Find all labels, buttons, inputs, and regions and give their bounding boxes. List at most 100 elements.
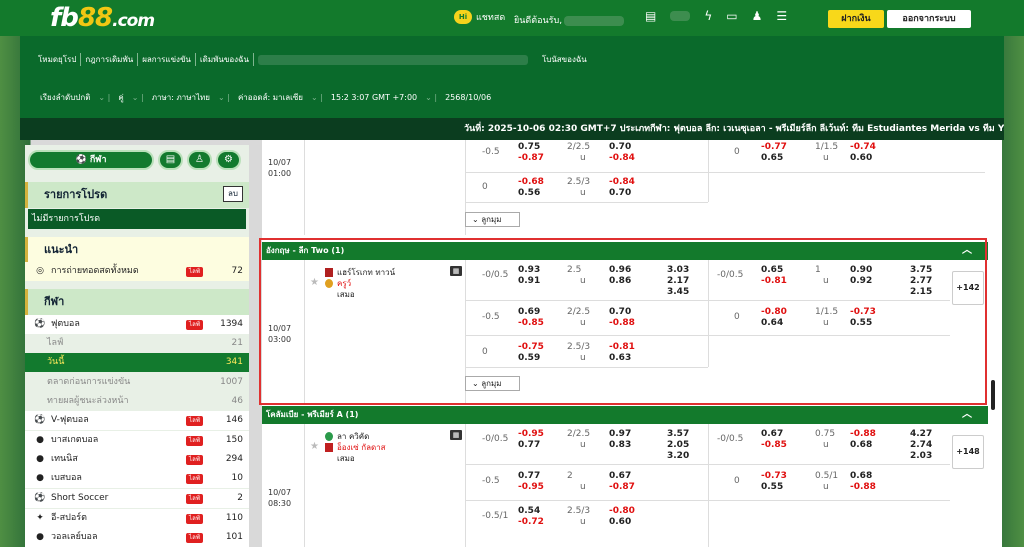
sidebar-sport-item[interactable]: ● บาสเกตบอล ไลฟ์ 150	[25, 431, 249, 450]
odds-cell[interactable]: -0.84	[609, 153, 635, 163]
odds-cell[interactable]: -0.88	[850, 429, 876, 439]
favorite-star-icon[interactable]: ★	[310, 441, 319, 452]
sidebar-sport-item[interactable]: ● เบสบอล ไลฟ์ 10	[25, 469, 249, 488]
sidebar-sport-item[interactable]: ● เทนนิส ไลฟ์ 294	[25, 450, 249, 469]
nav-betting-rules[interactable]: กฎการเดิมพัน	[81, 53, 139, 66]
logout-button[interactable]: ออกจากระบบ	[887, 10, 971, 28]
odds-cell[interactable]: 3.20	[667, 451, 689, 461]
deposit-button[interactable]: ฝากเงิน	[828, 10, 884, 28]
odds-cell[interactable]: -0.85	[761, 440, 787, 450]
scrollbar[interactable]	[987, 140, 997, 547]
odds-cell[interactable]: 0.56	[518, 188, 540, 198]
sidebar-sport-item[interactable]: ✦ อี-สปอร์ต ไลฟ์ 110	[25, 509, 249, 528]
redacted-area	[257, 54, 528, 65]
ou-label: 1/1.5	[815, 142, 839, 152]
live-badge: ไลฟ์	[186, 415, 203, 426]
ou-label: u	[580, 517, 586, 527]
list-icon[interactable]: ☰	[776, 9, 787, 23]
sport-icon: ✦	[36, 513, 44, 523]
odds-cell[interactable]: -0.95	[518, 429, 544, 439]
odds-cell[interactable]: -0.68	[518, 177, 544, 187]
sports-button[interactable]: ⚽ กีฬา	[28, 150, 154, 170]
grid-line	[465, 172, 985, 173]
nav-results[interactable]: ผลการแข่งขัน	[138, 53, 196, 66]
user-icon[interactable]: ♟	[752, 9, 763, 23]
language-select[interactable]: ภาษา: ภาษาไทย	[150, 91, 212, 104]
ou-label: 0.75	[815, 429, 836, 439]
odds-cell[interactable]: 0.60	[609, 517, 631, 527]
odds-cell[interactable]: 0.70	[609, 188, 631, 198]
nav-my-bonus[interactable]: โบนัสของฉัน	[538, 53, 591, 66]
sport-icon: ●	[36, 473, 44, 483]
settings-icon[interactable]: ⚙	[216, 150, 241, 170]
live-badge: ไลฟ์	[186, 454, 203, 465]
handicap-label: 0	[734, 476, 740, 486]
grid-line	[708, 424, 709, 547]
odds-cell[interactable]: -0.74	[850, 142, 876, 152]
corners-toggle[interactable]: ⌄ ลูกมุม	[465, 212, 520, 227]
odds-cell[interactable]: 0.77	[518, 440, 540, 450]
nav-europe-mode[interactable]: โหมดยุโรป	[34, 53, 82, 66]
sidebar-sport-item[interactable]: ตลาดก่อนการแข่งขัน 1007	[25, 373, 249, 392]
odds-cell[interactable]: 0.75	[518, 142, 540, 152]
site-logo[interactable]: fb88.com	[50, 3, 155, 33]
odds-select[interactable]: ค่าออดส์: มาเลเซีย	[236, 91, 305, 104]
odds-cell[interactable]: 2.03	[910, 451, 932, 461]
sidebar: ⚽ กีฬา ▤ ♙ ⚙ รายการโปรด ลบ ไม่มีรายการโปร…	[25, 145, 249, 547]
sidebar-sport-item[interactable]: ⚽ ฟุตบอล ไลฟ์ 1394	[25, 315, 249, 334]
wallet-icon[interactable]: ▤	[645, 9, 656, 23]
lightning-icon[interactable]: ϟ	[704, 9, 712, 23]
odds-cell[interactable]: 0.68	[850, 471, 872, 481]
scroll-thumb[interactable]	[991, 380, 995, 410]
odds-cell[interactable]: 2.74	[910, 440, 932, 450]
odds-cell[interactable]: 0.83	[609, 440, 631, 450]
odds-cell[interactable]: 0.97	[609, 429, 631, 439]
odds-cell[interactable]: 3.57	[667, 429, 689, 439]
sidebar-sport-item[interactable]: ไลฟ์ 21	[25, 334, 249, 353]
clear-favorites-button[interactable]: ลบ	[223, 186, 243, 202]
sidebar-sport-item[interactable]: วันนี้ 341	[25, 353, 249, 372]
betslip-icon[interactable]: ▤	[158, 150, 183, 170]
odds-cell[interactable]: -0.95	[518, 482, 544, 492]
odds-cell[interactable]: -0.87	[518, 153, 544, 163]
live-badge: ไลฟ์	[186, 473, 203, 484]
bonus-icon[interactable]: ▭	[726, 9, 737, 23]
more-markets-button[interactable]: +148	[952, 435, 984, 469]
odds-cell[interactable]: 0.67	[761, 429, 783, 439]
odds-cell[interactable]: -0.84	[609, 177, 635, 187]
sort-select[interactable]: เรียงลำดับปกติ	[38, 91, 92, 104]
odds-cell[interactable]: 0.54	[518, 506, 540, 516]
odds-cell[interactable]: 0.60	[850, 153, 872, 163]
pair-select[interactable]: คู่	[116, 91, 125, 104]
odds-cell[interactable]: -0.87	[609, 482, 635, 492]
stats-icon[interactable]: ▦	[450, 430, 462, 440]
odds-cell[interactable]: -0.73	[761, 471, 787, 481]
profile-icon[interactable]: ♙	[187, 150, 212, 170]
odds-cell[interactable]: 4.27	[910, 429, 932, 439]
odds-cell[interactable]: 0.65	[761, 153, 783, 163]
odds-cell[interactable]: -0.72	[518, 517, 544, 527]
league-header[interactable]: โคลัมเบีย - พรีเมียร์ A (1) ︿	[262, 406, 988, 424]
team-badge	[325, 432, 333, 441]
sidebar-sport-item[interactable]: ● วอลเลย์บอล ไลฟ์ 101	[25, 528, 249, 547]
live-chat-button[interactable]: Hi แชทสด	[454, 10, 505, 24]
odds-cell[interactable]: 0.68	[850, 440, 872, 450]
collapse-icon[interactable]: ︿	[962, 406, 972, 424]
odds-cell[interactable]: -0.80	[609, 506, 635, 516]
favorites-empty: ไม่มีรายการโปรด	[28, 209, 246, 229]
odds-cell[interactable]: 0.55	[761, 482, 783, 492]
sidebar-sport-item[interactable]: ⚽ V-ฟุตบอล ไลฟ์ 146	[25, 411, 249, 430]
balance-redacted	[670, 11, 691, 21]
nav-my-bets[interactable]: เดิมพันของฉัน	[196, 53, 254, 66]
recommended-live-streams[interactable]: ◎ การถ่ายทอดสดทั้งหมด ไลฟ์ 72	[25, 262, 249, 281]
settings-row: เรียงลำดับปกติ ⌄ | คู่ ⌄ | ภาษา: ภาษาไทย ⌄ …	[38, 91, 492, 104]
odds-cell[interactable]: 0.70	[609, 142, 631, 152]
sidebar-sport-item[interactable]: ⚽ Short Soccer ไลฟ์ 2	[25, 489, 249, 508]
odds-cell[interactable]: 2.05	[667, 440, 689, 450]
odds-cell[interactable]: -0.77	[761, 142, 787, 152]
handicap-label: 0	[734, 147, 740, 157]
odds-cell[interactable]: 0.77	[518, 471, 540, 481]
sidebar-sport-item[interactable]: ทายผลผู้ชนะล่วงหน้า 46	[25, 392, 249, 411]
odds-cell[interactable]: -0.88	[850, 482, 876, 492]
odds-cell[interactable]: 0.67	[609, 471, 631, 481]
